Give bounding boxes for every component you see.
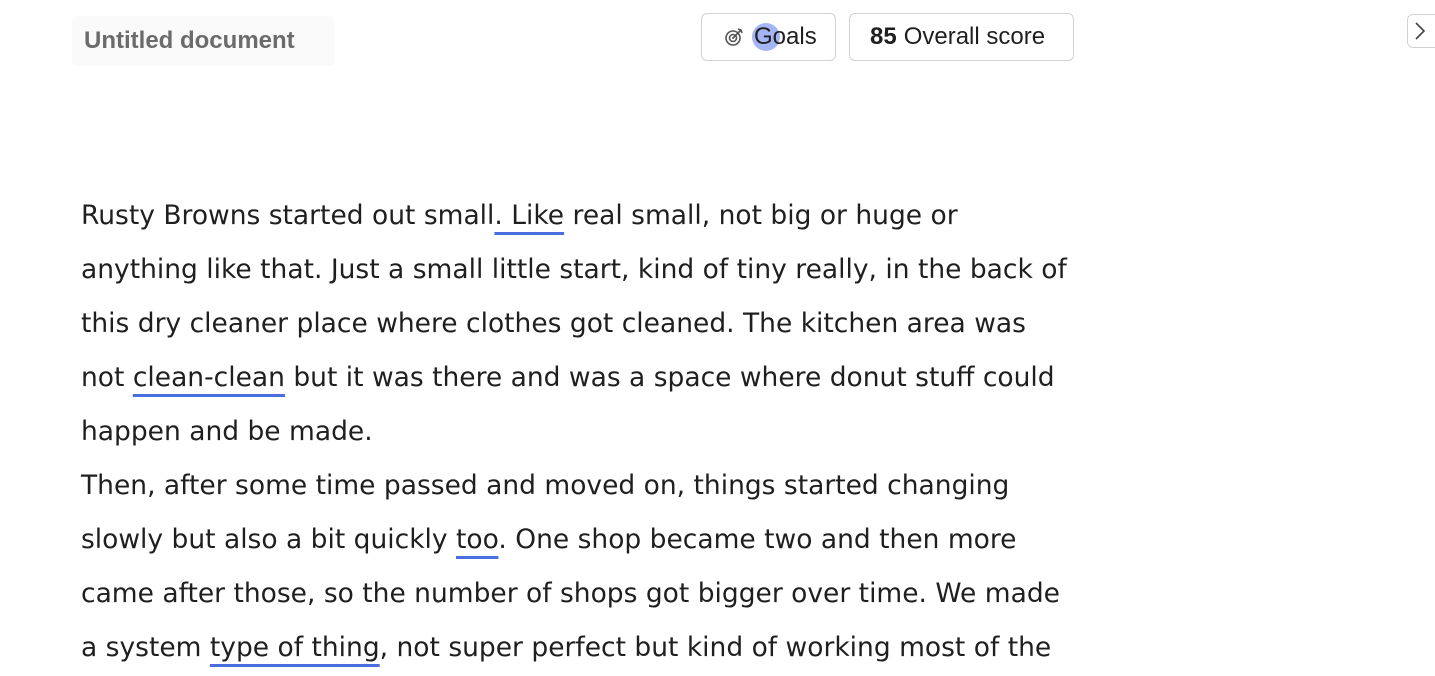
text-line: Rusty Browns started out small. Like rea… (81, 189, 1091, 243)
suggestion-highlight[interactable]: . Like (494, 200, 564, 231)
text-segment: not (81, 362, 133, 393)
text-segment: a system (81, 632, 210, 663)
text-line: anything like that. Just a small little … (81, 254, 1067, 285)
document-editor[interactable]: Rusty Browns started out small. Like rea… (81, 189, 1091, 675)
text-line: Then, after some time passed and moved o… (81, 470, 1010, 501)
text-segment: real small, not big or huge or (564, 200, 958, 231)
overall-score-value: 85 (870, 23, 897, 50)
overall-score-label: Overall score (903, 23, 1046, 50)
goals-label: Goals (754, 23, 817, 50)
text-line: happen and be made. (81, 416, 373, 447)
text-segment: . One shop became two and then more (498, 524, 1017, 555)
suggestion-highlight[interactable]: type of thing (210, 632, 380, 663)
suggestion-highlight[interactable]: clean-clean (133, 362, 285, 393)
text-segment: but it was there and was a space where d… (284, 362, 1055, 393)
sidebar-toggle-button[interactable] (1407, 14, 1435, 48)
paragraph: Rusty Browns started out small. Like rea… (81, 189, 1091, 459)
text-segment: , not super perfect but kind of working … (379, 632, 1052, 663)
text-line: not clean-clean but it was there and was… (81, 351, 1091, 405)
text-line: slowly but also a bit quickly too. One s… (81, 513, 1091, 567)
paragraph: Then, after some time passed and moved o… (81, 459, 1091, 675)
target-icon (724, 27, 744, 47)
text-segment: Rusty Browns started out small (81, 200, 495, 231)
overall-score-button[interactable]: 85 Overall score (849, 13, 1074, 61)
text-line: this dry cleaner place where clothes got… (81, 308, 1026, 339)
goals-label-wrap: Goals (752, 23, 817, 51)
text-line: came after those, so the number of shops… (81, 578, 1060, 609)
document-title[interactable]: Untitled document (72, 16, 334, 66)
suggestion-highlight[interactable]: too (456, 524, 498, 555)
text-line: a system type of thing, not super perfec… (81, 621, 1091, 675)
chevron-right-icon (1414, 21, 1426, 41)
text-segment: slowly but also a bit quickly (81, 524, 457, 555)
goals-button[interactable]: Goals (701, 13, 836, 61)
